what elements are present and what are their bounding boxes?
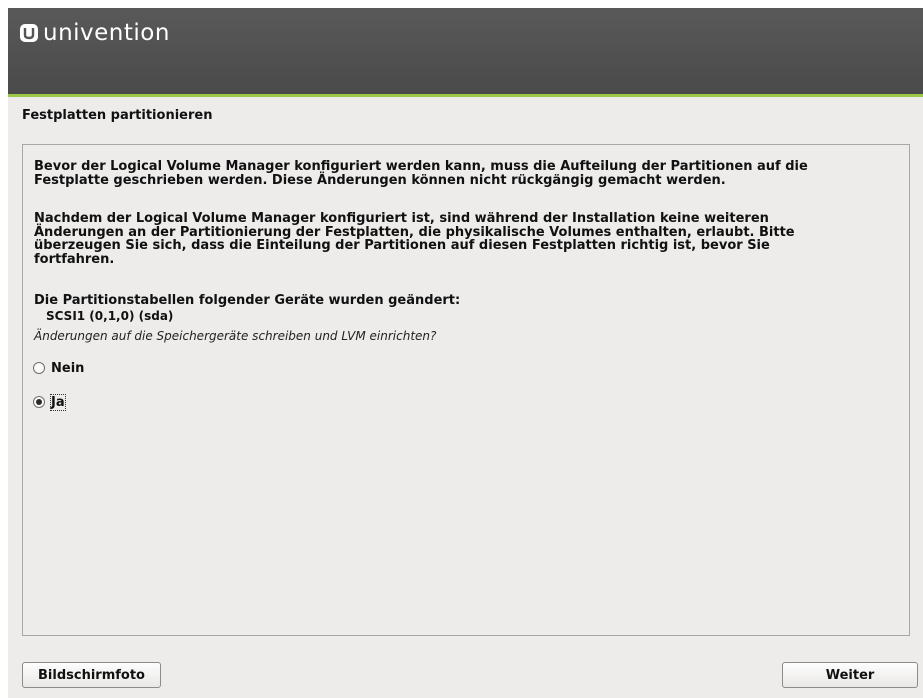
option-ja[interactable]: Ja (33, 393, 66, 411)
logo-text: univention (43, 20, 170, 46)
option-nein[interactable]: Nein (33, 359, 84, 377)
radio-button-nein[interactable] (33, 362, 45, 374)
content-panel: Bevor der Logical Volume Manager konfigu… (22, 144, 910, 636)
changed-devices-heading: Die Partitionstabellen folgender Geräte … (34, 293, 461, 308)
paragraph-line: fortfahren. (34, 251, 115, 267)
paragraph-line: Nachdem der Logical Volume Manager konfi… (34, 211, 769, 226)
paragraph-line: Änderungen an der Partitionierung der Fe… (34, 224, 795, 240)
paragraph-line: überzeugen Sie sich, dass die Einteilung… (34, 238, 770, 253)
screenshot-button[interactable]: Bildschirmfoto (22, 662, 161, 688)
info-paragraph-1: Bevor der Logical Volume Manager konfigu… (34, 160, 808, 187)
univention-logo: univention (20, 20, 170, 46)
radio-button-ja[interactable] (33, 396, 45, 408)
info-paragraph-2: Nachdem der Logical Volume Manager konfi… (34, 212, 795, 266)
option-label-nein[interactable]: Nein (51, 361, 84, 376)
confirmation-question: Änderungen auf die Speichergeräte schrei… (34, 329, 437, 343)
univention-logo-icon (20, 24, 38, 42)
installer-window: univention Festplatten partitionieren Be… (8, 8, 923, 698)
page-title: Festplatten partitionieren (22, 108, 213, 123)
continue-button[interactable]: Weiter (782, 662, 918, 688)
paragraph-line: Festplatte geschrieben werden. Diese Änd… (34, 172, 726, 188)
header-bar: univention (8, 8, 923, 97)
changed-device-item: SCSI1 (0,1,0) (sda) (46, 309, 174, 323)
paragraph-line: Bevor der Logical Volume Manager konfigu… (34, 159, 808, 174)
option-label-ja[interactable]: Ja (50, 393, 66, 411)
